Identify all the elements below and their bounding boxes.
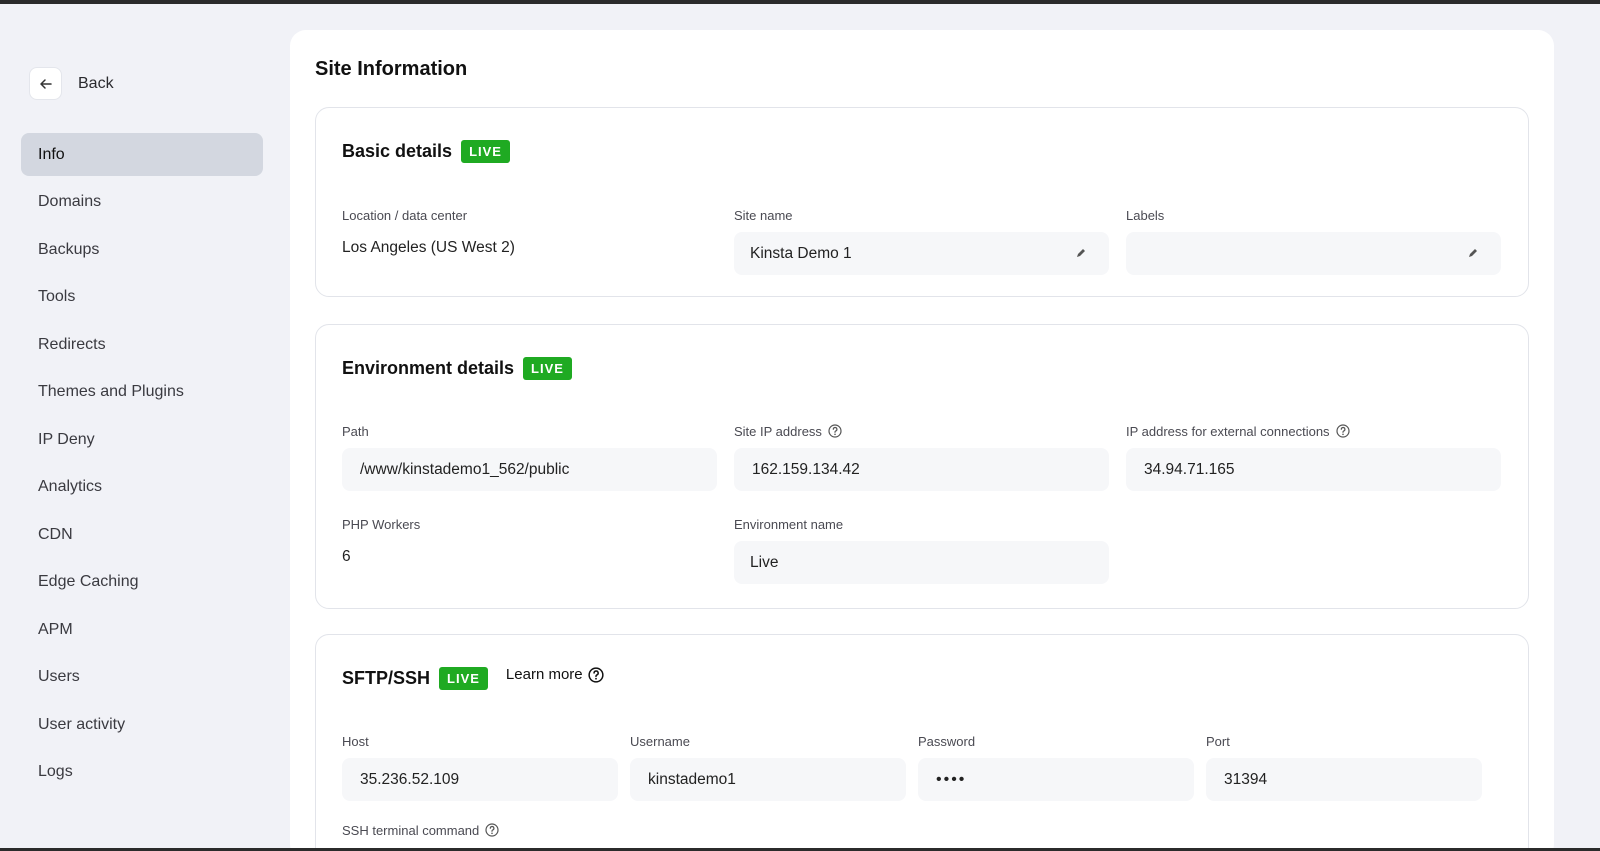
pencil-icon[interactable] [1075, 247, 1087, 259]
sidebar-item-analytics[interactable]: Analytics [21, 466, 263, 509]
section-title: Basic details [342, 141, 453, 161]
field-label: Username [630, 733, 690, 749]
external-ip-label: IP address for external connections [1126, 423, 1330, 439]
external-ip-field: IP address for external connections 34.9… [1126, 423, 1501, 491]
live-badge: LIVE [523, 357, 572, 380]
live-badge: LIVE [461, 140, 510, 163]
sidebar-item-users[interactable]: Users [21, 656, 263, 699]
path-field: Path /www/kinstademo1_562/public [342, 423, 717, 491]
field-label: Port [1206, 733, 1230, 749]
sidebar-item-logs[interactable]: Logs [21, 751, 263, 794]
sftp-ssh-header: SFTP/SSH LIVE Learn more [342, 666, 604, 690]
field-label: Site name [734, 207, 793, 223]
back-label[interactable]: Back [78, 75, 114, 93]
help-circle-icon[interactable] [588, 666, 604, 683]
sidebar-item-info[interactable]: Info [21, 133, 263, 176]
arrow-left-icon [39, 78, 52, 89]
field-label: Location / data center [342, 207, 468, 223]
field-label: Labels [1126, 207, 1165, 223]
site-name-input[interactable]: Kinsta Demo 1 [734, 232, 1109, 275]
sidebar: Back Info Domains Backups Tools Redirect… [0, 4, 290, 848]
learn-more-label[interactable]: Learn more [506, 666, 583, 683]
php-workers-field: PHP Workers 6 [342, 516, 717, 572]
password-field: Password •••• [918, 733, 1194, 801]
password-value[interactable]: •••• [918, 758, 1194, 801]
ssh-command-field: SSH terminal command [342, 822, 942, 838]
sidebar-item-cdn[interactable]: CDN [21, 513, 263, 556]
sftp-ssh-card: SFTP/SSH LIVE Learn more Host 35.236.52.… [315, 634, 1529, 851]
back-link[interactable]: Back [29, 67, 114, 100]
username-value[interactable]: kinstademo1 [630, 758, 906, 801]
live-badge: LIVE [439, 667, 488, 690]
field-label: IP address for external connections [1126, 423, 1501, 439]
labels-field: Labels [1126, 207, 1501, 275]
port-field: Port 31394 [1206, 733, 1482, 801]
pencil-icon[interactable] [1467, 247, 1479, 259]
sidebar-nav: Info Domains Backups Tools Redirects The… [21, 133, 263, 798]
field-label: SSH terminal command [342, 822, 942, 838]
basic-details-card: Basic details LIVE Location / data cente… [315, 107, 1529, 297]
port-value[interactable]: 31394 [1206, 758, 1482, 801]
main-panel: Site Information Basic details LIVE Loca… [290, 30, 1554, 851]
sidebar-item-backups[interactable]: Backups [21, 228, 263, 271]
help-circle-icon[interactable] [828, 424, 842, 438]
field-label: Host [342, 733, 369, 749]
section-title: Environment details [342, 358, 515, 378]
sidebar-item-user-activity[interactable]: User activity [21, 703, 263, 746]
site-name-value: Kinsta Demo 1 [750, 244, 852, 262]
password-dots: •••• [936, 770, 967, 788]
sidebar-item-redirects[interactable]: Redirects [21, 323, 263, 366]
username-field: Username kinstademo1 [630, 733, 906, 801]
path-value[interactable]: /www/kinstademo1_562/public [342, 448, 717, 491]
labels-input[interactable] [1126, 232, 1501, 275]
site-ip-label: Site IP address [734, 423, 822, 439]
field-label: Path [342, 423, 369, 439]
location-field: Location / data center Los Angeles (US W… [342, 207, 717, 263]
sidebar-item-themes-plugins[interactable]: Themes and Plugins [21, 371, 263, 414]
environment-name-field: Environment name Live [734, 516, 1109, 584]
page-title: Site Information [315, 58, 468, 80]
field-label: Password [918, 733, 976, 749]
environment-details-card: Environment details LIVE Path /www/kinst… [315, 324, 1529, 609]
environment-details-header: Environment details LIVE [342, 357, 572, 380]
php-workers-value: 6 [342, 548, 351, 565]
basic-details-header: Basic details LIVE [342, 140, 510, 163]
host-field: Host 35.236.52.109 [342, 733, 618, 801]
back-button[interactable] [29, 67, 62, 100]
sidebar-item-domains[interactable]: Domains [21, 181, 263, 224]
sidebar-item-tools[interactable]: Tools [21, 276, 263, 319]
sidebar-item-apm[interactable]: APM [21, 608, 263, 651]
section-title: SFTP/SSH [342, 668, 431, 688]
field-label: PHP Workers [342, 516, 421, 532]
location-value: Los Angeles (US West 2) [342, 239, 515, 256]
site-name-field: Site name Kinsta Demo 1 [734, 207, 1109, 275]
field-label: Environment name [734, 516, 844, 532]
sidebar-item-ip-deny[interactable]: IP Deny [21, 418, 263, 461]
sidebar-item-edge-caching[interactable]: Edge Caching [21, 561, 263, 604]
help-circle-icon[interactable] [1335, 424, 1350, 438]
ssh-command-label: SSH terminal command [342, 822, 480, 838]
host-value[interactable]: 35.236.52.109 [342, 758, 618, 801]
site-ip-field: Site IP address 162.159.134.42 [734, 423, 1109, 491]
environment-name-value[interactable]: Live [734, 541, 1109, 584]
site-ip-value[interactable]: 162.159.134.42 [734, 448, 1109, 491]
help-circle-icon[interactable] [485, 823, 499, 837]
learn-more-link[interactable]: Learn more [506, 666, 604, 683]
external-ip-value[interactable]: 34.94.71.165 [1126, 448, 1501, 491]
field-label: Site IP address [734, 423, 1109, 439]
